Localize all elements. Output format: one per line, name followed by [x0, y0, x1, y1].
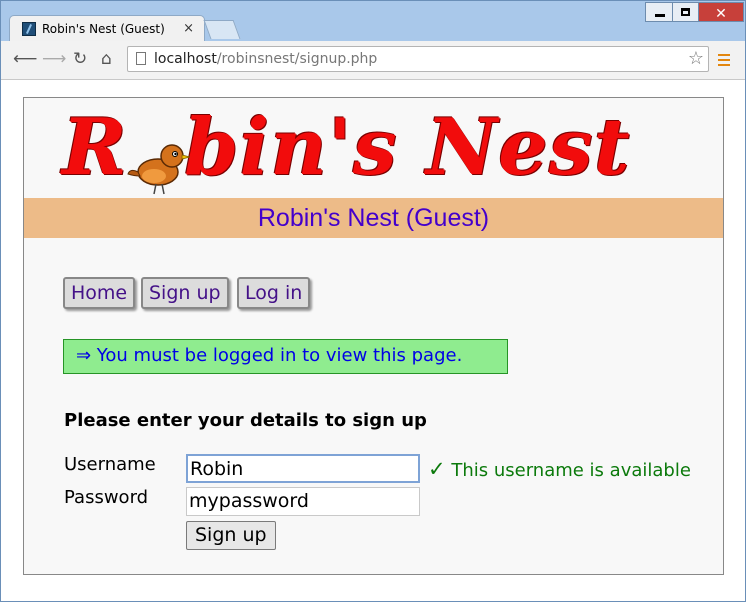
nav-signup-button[interactable]: Sign up [141, 277, 229, 309]
tab-title: Robin's Nest (Guest) [42, 22, 165, 36]
password-label: Password [64, 487, 149, 508]
tab-close-icon[interactable]: × [183, 21, 194, 36]
minimize-icon [655, 14, 665, 17]
browser-toolbar: ⟵ ⟶ ↻ ⌂ localhost/robinsnest/signup.php … [1, 41, 745, 80]
title-bar: Robin's Nest (Guest) × ✕ [1, 1, 745, 42]
url-text[interactable]: localhost/robinsnest/signup.php [154, 51, 377, 67]
bookmark-star-icon[interactable]: ☆ [688, 48, 704, 69]
new-tab-button[interactable] [203, 20, 241, 39]
availability-text: This username is available [451, 460, 691, 481]
password-input[interactable]: mypassword [186, 487, 420, 516]
site-container: R bin's Nest Robin's Nest (Guest) Home S… [23, 97, 724, 575]
username-label: Username [64, 454, 156, 475]
forward-icon[interactable]: ⟶ [42, 49, 66, 69]
username-input[interactable]: Robin [186, 454, 420, 483]
back-icon[interactable]: ⟵ [13, 49, 37, 69]
maximize-icon [681, 8, 690, 16]
signup-heading: Please enter your details to sign up [64, 410, 427, 431]
browser-tab[interactable]: Robin's Nest (Guest) × [9, 15, 205, 42]
address-bar[interactable]: localhost/robinsnest/signup.php ☆ [127, 46, 709, 72]
nav-login-button[interactable]: Log in [237, 277, 311, 309]
page-viewport: R bin's Nest Robin's Nest (Guest) Home S… [1, 80, 745, 601]
close-icon: ✕ [715, 6, 727, 22]
home-icon[interactable]: ⌂ [101, 49, 112, 69]
maximize-button[interactable] [672, 2, 699, 22]
browser-menu-icon[interactable] [718, 54, 730, 69]
check-icon: ✓ [428, 457, 446, 481]
reload-icon[interactable]: ↻ [73, 49, 87, 69]
minimize-button[interactable] [645, 2, 673, 22]
robin-bird-icon [127, 144, 191, 195]
close-window-button[interactable]: ✕ [698, 2, 744, 22]
availability-message: ✓ This username is available [428, 457, 691, 481]
signup-submit-button[interactable]: Sign up [186, 521, 276, 550]
login-notice: ⇒ You must be logged in to view this pag… [63, 339, 508, 374]
browser-window: Robin's Nest (Guest) × ✕ ⟵ ⟶ ↻ ⌂ localho… [0, 0, 746, 602]
site-banner: Robin's Nest (Guest) [24, 198, 723, 238]
nav-home-button[interactable]: Home [63, 277, 136, 309]
site-favicon-icon [22, 22, 36, 36]
page-icon [136, 52, 146, 65]
